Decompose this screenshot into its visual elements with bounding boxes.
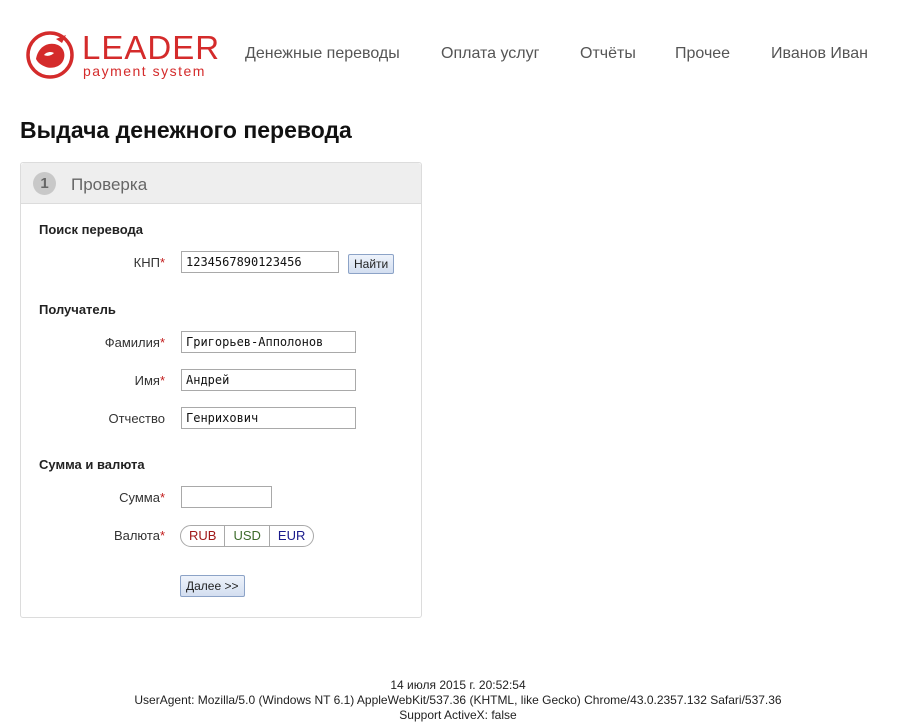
currency-option-usd[interactable]: USD: [224, 526, 268, 546]
knp-label: КНП*: [133, 255, 165, 270]
section-title-amount: Сумма и валюта: [39, 457, 145, 472]
footer-useragent: UserAgent: Mozilla/5.0 (Windows NT 6.1) …: [134, 693, 782, 707]
logo[interactable]: LEADER payment system: [26, 31, 219, 83]
step-number-badge: 1: [33, 172, 56, 195]
find-button[interactable]: Найти: [348, 254, 395, 274]
required-mark: *: [159, 373, 165, 388]
required-mark: *: [159, 528, 165, 543]
panel-header: 1 Проверка: [21, 163, 421, 204]
transfer-form-panel: 1 Проверка Поиск перевода КНП* 123456789…: [20, 162, 422, 618]
logo-title: LEADER: [82, 29, 221, 66]
currency-option-rub[interactable]: RUB: [181, 526, 224, 546]
firstname-input[interactable]: Андрей: [181, 369, 356, 391]
lion-logo-icon: [26, 31, 74, 79]
page-title: Выдача денежного перевода: [20, 117, 352, 143]
nav-services-payment[interactable]: Оплата услуг: [441, 45, 539, 63]
logo-subtitle: payment system: [83, 63, 206, 79]
currency-label: Валюта*: [113, 528, 165, 543]
footer-datetime: 14 июля 2015 г. 20:52:54: [390, 678, 526, 692]
knp-input[interactable]: 1234567890123456: [181, 251, 339, 273]
nav-other[interactable]: Прочее: [675, 45, 730, 63]
nav-reports[interactable]: Отчёты: [580, 45, 636, 63]
patronymic-label: Отчество: [108, 411, 165, 426]
footer-activex: Support ActiveX: false: [399, 708, 517, 722]
next-button[interactable]: Далее >>: [180, 575, 245, 597]
footer-info: 14 июля 2015 г. 20:52:54 UserAgent: Mozi…: [0, 678, 916, 723]
lastname-input[interactable]: Григорьев-Апполонов: [181, 331, 356, 353]
nav-money-transfers[interactable]: Денежные переводы: [245, 45, 400, 63]
step-title: Проверка: [71, 175, 148, 194]
section-title-search: Поиск перевода: [39, 222, 143, 237]
required-mark: *: [159, 490, 165, 505]
required-mark: *: [159, 335, 165, 350]
section-title-recipient: Получатель: [39, 302, 116, 317]
firstname-label: Имя*: [134, 373, 165, 388]
nav-user-menu[interactable]: Иванов Иван: [771, 45, 868, 63]
lastname-label: Фамилия*: [104, 335, 165, 350]
patronymic-input[interactable]: Генрихович: [181, 407, 356, 429]
amount-input[interactable]: [181, 486, 272, 508]
currency-option-eur[interactable]: EUR: [268, 526, 313, 546]
amount-label: Сумма*: [119, 490, 165, 505]
currency-selector: RUB USD EUR: [180, 525, 315, 547]
required-mark: *: [159, 255, 165, 270]
